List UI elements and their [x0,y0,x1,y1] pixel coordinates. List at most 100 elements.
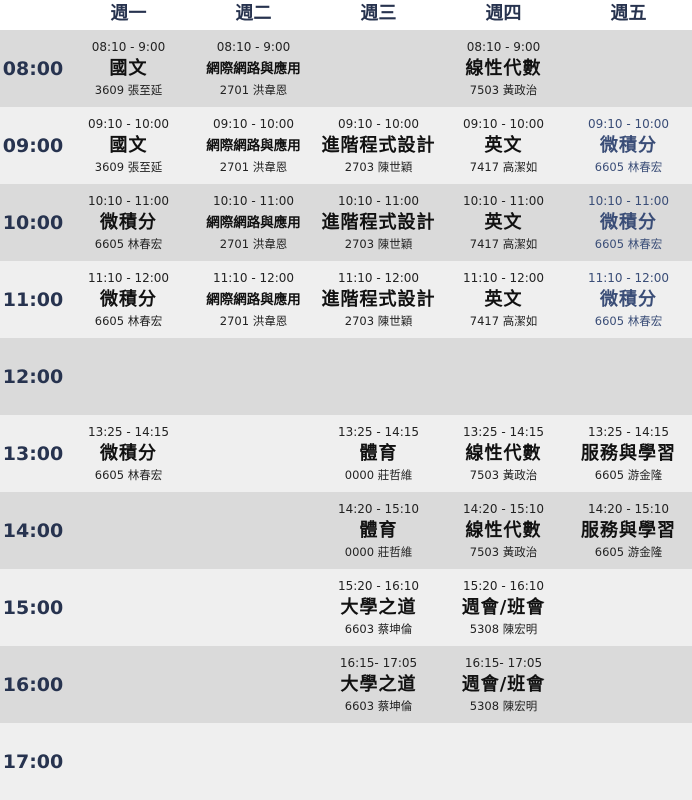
empty-cell [66,338,191,415]
class-cell[interactable]: 10:10 - 11:00 微積分 6605 林春宏 [66,184,191,261]
day-header: 週五 [610,3,647,24]
class-time: 09:10 - 10:00 [587,116,670,131]
class-cell[interactable]: 10:10 - 11:00 進階程式設計 2703 陳世穎 [316,184,441,261]
class-time: 10:10 - 11:00 [462,193,545,208]
day-header-row: 週一 週二 週三 週四 週五 [0,0,692,30]
room-teacher: 6605 林春宏 [594,236,663,251]
timetable-body: 08:00 08:10 - 9:00 國文 3609 張至延 08:10 - 9:00 網… [0,30,692,800]
empty-cell [191,569,316,646]
class-cell[interactable]: 09:10 - 10:00 國文 3609 張至延 [66,107,191,184]
class-time: 15:20 - 16:10 [337,578,420,593]
class-cell[interactable]: 14:20 - 15:10 服務與學習 6605 游金隆 [566,492,691,569]
class-cell[interactable]: 14:20 - 15:10 體育 0000 莊哲維 [316,492,441,569]
class-cell[interactable]: 09:10 - 10:00 微積分 6605 林春宏 [566,107,691,184]
course-name: 體育 [359,519,398,541]
room-teacher: 5308 陳宏明 [469,621,538,636]
empty-cell [191,492,316,569]
day-header: 週四 [485,3,522,24]
class-cell[interactable]: 08:10 - 9:00 國文 3609 張至延 [66,30,191,107]
class-cell[interactable]: 11:10 - 12:00 微積分 6605 林春宏 [66,261,191,338]
class-cell[interactable]: 13:25 - 14:15 線性代數 7503 黃政治 [441,415,566,492]
class-cell[interactable]: 10:10 - 11:00 微積分 6605 林春宏 [566,184,691,261]
time-row: 12:00 [0,338,692,415]
empty-cell [316,30,441,107]
header-corner [0,0,66,30]
course-name: 服務與學習 [581,442,676,464]
class-cell[interactable]: 13:25 - 14:15 服務與學習 6605 游金隆 [566,415,691,492]
class-time: 09:10 - 10:00 [462,116,545,131]
class-time: 08:10 - 9:00 [216,39,291,54]
class-cell[interactable]: 14:20 - 15:10 線性代數 7503 黃政治 [441,492,566,569]
empty-cell [191,723,316,800]
time-row: 13:00 13:25 - 14:15 微積分 6605 林春宏 13:25 - 14:… [0,415,692,492]
course-name: 進階程式設計 [321,211,436,233]
time-row: 08:00 08:10 - 9:00 國文 3609 張至延 08:10 - 9:00 網… [0,30,692,107]
class-cell[interactable]: 11:10 - 12:00 網際網路與應用 2701 洪韋恩 [191,261,316,338]
class-cell[interactable]: 15:20 - 16:10 大學之道 6603 蔡坤倫 [316,569,441,646]
class-cell[interactable]: 11:10 - 12:00 進階程式設計 2703 陳世穎 [316,261,441,338]
time-label: 12:00 [2,365,64,388]
empty-cell [191,646,316,723]
room-teacher: 5308 陳宏明 [469,698,538,713]
room-teacher: 6605 游金隆 [594,544,663,559]
class-cell[interactable]: 09:10 - 10:00 網際網路與應用 2701 洪韋恩 [191,107,316,184]
room-teacher: 7503 黃政治 [469,82,538,97]
class-time: 11:10 - 12:00 [212,270,295,285]
class-cell[interactable]: 13:25 - 14:15 微積分 6605 林春宏 [66,415,191,492]
room-teacher: 2701 洪韋恩 [219,159,288,174]
course-name: 服務與學習 [581,519,676,541]
class-time: 13:25 - 14:15 [462,424,545,439]
class-time: 14:20 - 15:10 [587,501,670,516]
time-label: 13:00 [2,442,64,465]
class-cell[interactable]: 13:25 - 14:15 體育 0000 莊哲維 [316,415,441,492]
time-label: 08:00 [2,57,64,80]
empty-cell [566,30,691,107]
room-teacher: 6605 林春宏 [94,467,163,482]
class-time: 16:15- 17:05 [339,655,418,670]
course-name: 進階程式設計 [321,134,436,156]
class-cell[interactable]: 09:10 - 10:00 英文 7417 高潔如 [441,107,566,184]
class-cell[interactable]: 16:15- 17:05 週會/班會 5308 陳宏明 [441,646,566,723]
empty-cell [566,723,691,800]
time-label: 14:00 [2,519,64,542]
empty-cell [66,723,191,800]
room-teacher: 2703 陳世穎 [344,236,413,251]
class-cell[interactable]: 11:10 - 12:00 英文 7417 高潔如 [441,261,566,338]
class-cell[interactable]: 08:10 - 9:00 網際網路與應用 2701 洪韋恩 [191,30,316,107]
room-teacher: 7417 高潔如 [469,236,538,251]
class-time: 11:10 - 12:00 [587,270,670,285]
time-row: 17:00 [0,723,692,800]
class-time: 14:20 - 15:10 [462,501,545,516]
empty-cell [191,338,316,415]
time-row: 11:00 11:10 - 12:00 微積分 6605 林春宏 11:10 - 12:… [0,261,692,338]
class-cell[interactable]: 10:10 - 11:00 網際網路與應用 2701 洪韋恩 [191,184,316,261]
class-time: 10:10 - 11:00 [587,193,670,208]
course-name: 微積分 [600,211,657,233]
course-name: 進階程式設計 [321,288,436,310]
class-cell[interactable]: 08:10 - 9:00 線性代數 7503 黃政治 [441,30,566,107]
course-name: 體育 [359,442,398,464]
empty-cell [566,338,691,415]
class-time: 13:25 - 14:15 [337,424,420,439]
class-cell[interactable]: 10:10 - 11:00 英文 7417 高潔如 [441,184,566,261]
time-label: 17:00 [2,750,64,773]
room-teacher: 2703 陳世穎 [344,313,413,328]
class-time: 08:10 - 9:00 [91,39,166,54]
class-time: 15:20 - 16:10 [462,578,545,593]
timetable: 週一 週二 週三 週四 週五 08:00 08:10 - 9:00 國文 3609 張… [0,0,692,800]
class-time: 11:10 - 12:00 [462,270,545,285]
time-label: 15:00 [2,596,64,619]
class-cell[interactable]: 09:10 - 10:00 進階程式設計 2703 陳世穎 [316,107,441,184]
class-cell[interactable]: 16:15- 17:05 大學之道 6603 蔡坤倫 [316,646,441,723]
class-time: 16:15- 17:05 [464,655,543,670]
room-teacher: 7417 高潔如 [469,313,538,328]
class-cell[interactable]: 11:10 - 12:00 微積分 6605 林春宏 [566,261,691,338]
class-time: 13:25 - 14:15 [587,424,670,439]
room-teacher: 2701 洪韋恩 [219,313,288,328]
class-time: 14:20 - 15:10 [337,501,420,516]
class-cell[interactable]: 15:20 - 16:10 週會/班會 5308 陳宏明 [441,569,566,646]
room-teacher: 6605 林春宏 [94,313,163,328]
time-row: 09:00 09:10 - 10:00 國文 3609 張至延 09:10 - 10:0… [0,107,692,184]
empty-cell [441,338,566,415]
course-name: 週會/班會 [461,673,546,695]
